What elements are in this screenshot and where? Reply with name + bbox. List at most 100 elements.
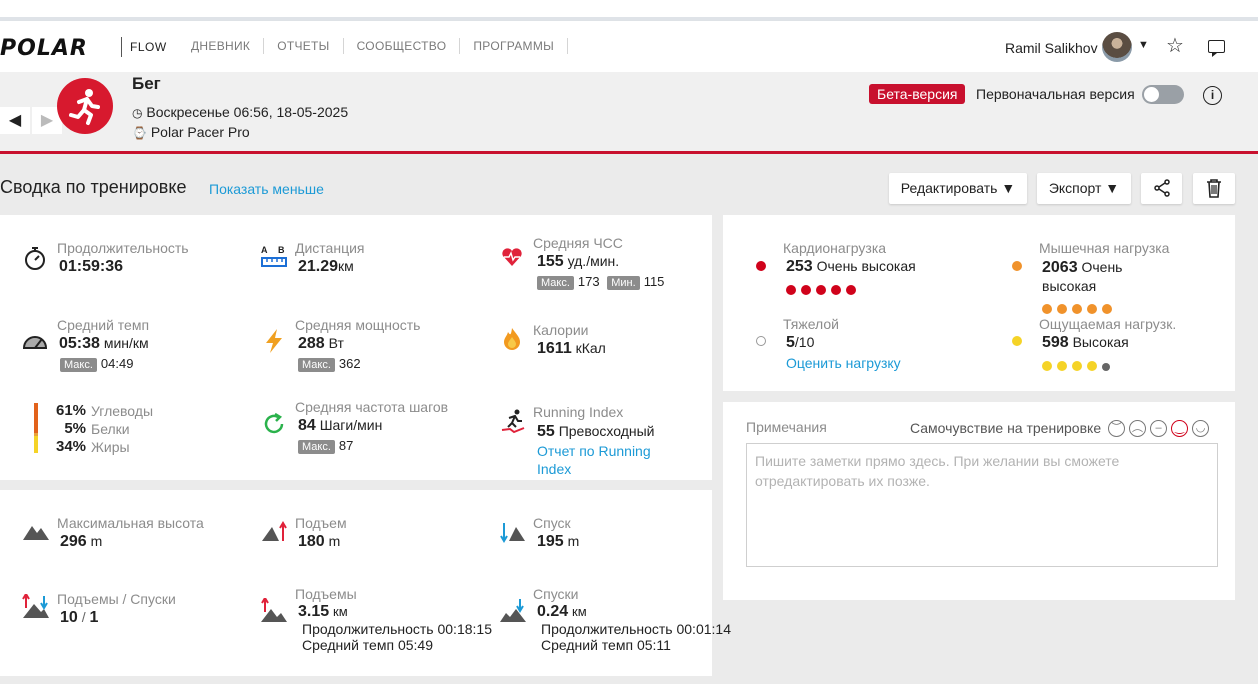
avatar[interactable] [1102,32,1132,62]
uphills-duration: Продолжительность 00:18:15 [302,621,492,637]
original-version-label: Первоначальная версия [976,86,1135,102]
carbs-pct: 61% [56,402,87,419]
nav-link-community[interactable]: СООБЩЕСТВО [344,38,461,54]
uphills-icon [261,598,287,622]
rate-load-link[interactable]: Оценить нагрузку [786,355,901,371]
perceived-value: 598 [1042,334,1069,351]
muscle-value-row: 2063 Очень высокая [1042,258,1152,296]
cadence-max: 87 [338,438,354,453]
flame-icon [504,328,520,350]
polar-logo[interactable]: POLAR [0,36,88,61]
rpe-max: /10 [794,334,815,350]
pace-value-row: 05:38 мин/км [59,335,149,353]
running-index-value: 55 [537,423,555,440]
nav-link-programs[interactable]: ПРОГРАММЫ [460,38,569,54]
header-divider [0,151,1258,154]
running-sport-icon [57,78,113,134]
feeling-selector: ︶ ︵ – ‿ ◡ [1104,418,1209,437]
very-sad-face-icon[interactable]: ︶ [1108,420,1125,437]
ups-downs-label: Подъемы / Спуски [57,591,176,607]
pace-max: 04:49 [100,356,134,371]
rpe-value-row: 5/10 [786,334,814,352]
edit-button[interactable]: Редактировать ▼ [889,173,1027,204]
uphills-label: Подъемы [295,586,357,602]
feeling-label: Самочувствие на тренировке [910,420,1102,436]
downhills-label: Спуски [533,586,579,602]
info-icon[interactable]: i [1203,86,1222,105]
happy-face-icon[interactable]: ‿ [1171,420,1188,437]
main-nav: ДНЕВНИК ОТЧЕТЫ СООБЩЕСТВО ПРОГРАММЫ [178,38,569,54]
cadence-value-row: 84 Шаги/мин [298,417,382,435]
pace-max-row: Макс. 04:49 [60,356,133,372]
export-button[interactable]: Экспорт ▼ [1037,173,1131,204]
perceived-dots [1042,358,1115,376]
cadence-max-row: Макс. 87 [298,438,353,454]
very-happy-face-icon[interactable]: ◡ [1192,420,1209,437]
running-index-report-link[interactable]: Отчет по Running Index [537,442,667,478]
power-max-row: Макс. 362 [298,356,361,372]
neutral-face-icon[interactable]: – [1150,420,1167,437]
perceived-desc: Высокая [1072,334,1129,350]
hr-min-badge: Мин. [607,276,640,290]
rpe-value: 5 [786,334,795,351]
share-icon [1153,179,1170,197]
muscle-indicator [1012,261,1022,271]
version-toggle[interactable] [1142,85,1184,104]
ups-count: 10 [60,609,78,626]
fuel-protein-pct: 5% [56,420,86,437]
chat-icon[interactable] [1208,40,1225,57]
running-index-value-row: 55 Превосходный [537,423,655,441]
notes-textarea[interactable]: Пишите заметки прямо здесь. При желании … [746,443,1218,567]
ascent-icon [262,521,287,541]
power-label: Средняя мощность [295,317,421,333]
beta-badge: Бета-версия [869,84,966,104]
heart-icon [502,248,522,266]
downhills-icon [500,599,526,622]
pace-label: Средний темп [57,317,150,333]
max-altitude-unit: m [90,533,103,549]
downhills-value: 0.24 [537,603,569,620]
downs-count: 1 [89,609,99,626]
ascent-label: Подъем [295,515,347,531]
trash-icon [1207,179,1221,198]
hr-value-row: 155 уд./мин. [537,253,619,271]
max-altitude-value: 296 [60,533,87,550]
hr-value: 155 [537,253,564,270]
cardio-value-row: 253 Очень высокая [786,258,916,276]
ascent-unit: m [328,533,341,549]
ascent-row: 180 m [298,533,340,551]
prev-button[interactable]: ◀ [0,107,30,134]
ups-downs-sep: / [81,609,86,625]
nav-link-diary[interactable]: ДНЕВНИК [178,38,265,54]
fat-pct: 34% [56,438,87,455]
sad-face-icon[interactable]: ︵ [1129,420,1146,437]
downhills-duration: Продолжительность 00:01:14 [541,621,731,637]
star-icon[interactable]: ☆ [1166,33,1184,58]
descent-value: 195 [537,533,564,550]
distance-unit: км [338,258,354,274]
cardio-desc: Очень высокая [816,258,916,274]
user-name[interactable]: Ramil Salikhov [1005,40,1098,56]
cardio-value: 253 [786,258,813,275]
fuel-carbs-pct: 61% [56,402,86,419]
muscle-value: 2063 [1042,259,1078,276]
delete-button[interactable] [1193,173,1235,204]
nav-link-reports[interactable]: ОТЧЕТЫ [264,38,344,54]
cardio-label: Кардионагрузка [783,240,887,256]
protein-label: Белки [91,421,130,437]
fuel-fat-pct: 34% [56,438,86,455]
device-text: Polar Pacer Pro [150,124,250,140]
hr-max: 173 [577,274,600,289]
running-index-label: Running Index [533,404,624,420]
max-altitude-label: Максимальная высота [57,515,204,531]
chevron-down-icon[interactable]: ▼ [1138,39,1149,51]
power-value-row: 288 Вт [298,335,344,353]
share-button[interactable] [1141,173,1182,204]
show-less-link[interactable]: Показать меньше [209,181,324,197]
uphills-value: 3.15 [298,603,330,620]
rpe-label: Тяжелой [783,316,839,332]
distance-label: Дистанция [295,240,365,256]
hr-unit: уд./мин. [567,253,620,269]
distance-value-row: 21.29км [298,258,354,276]
stopwatch-icon [25,247,45,270]
